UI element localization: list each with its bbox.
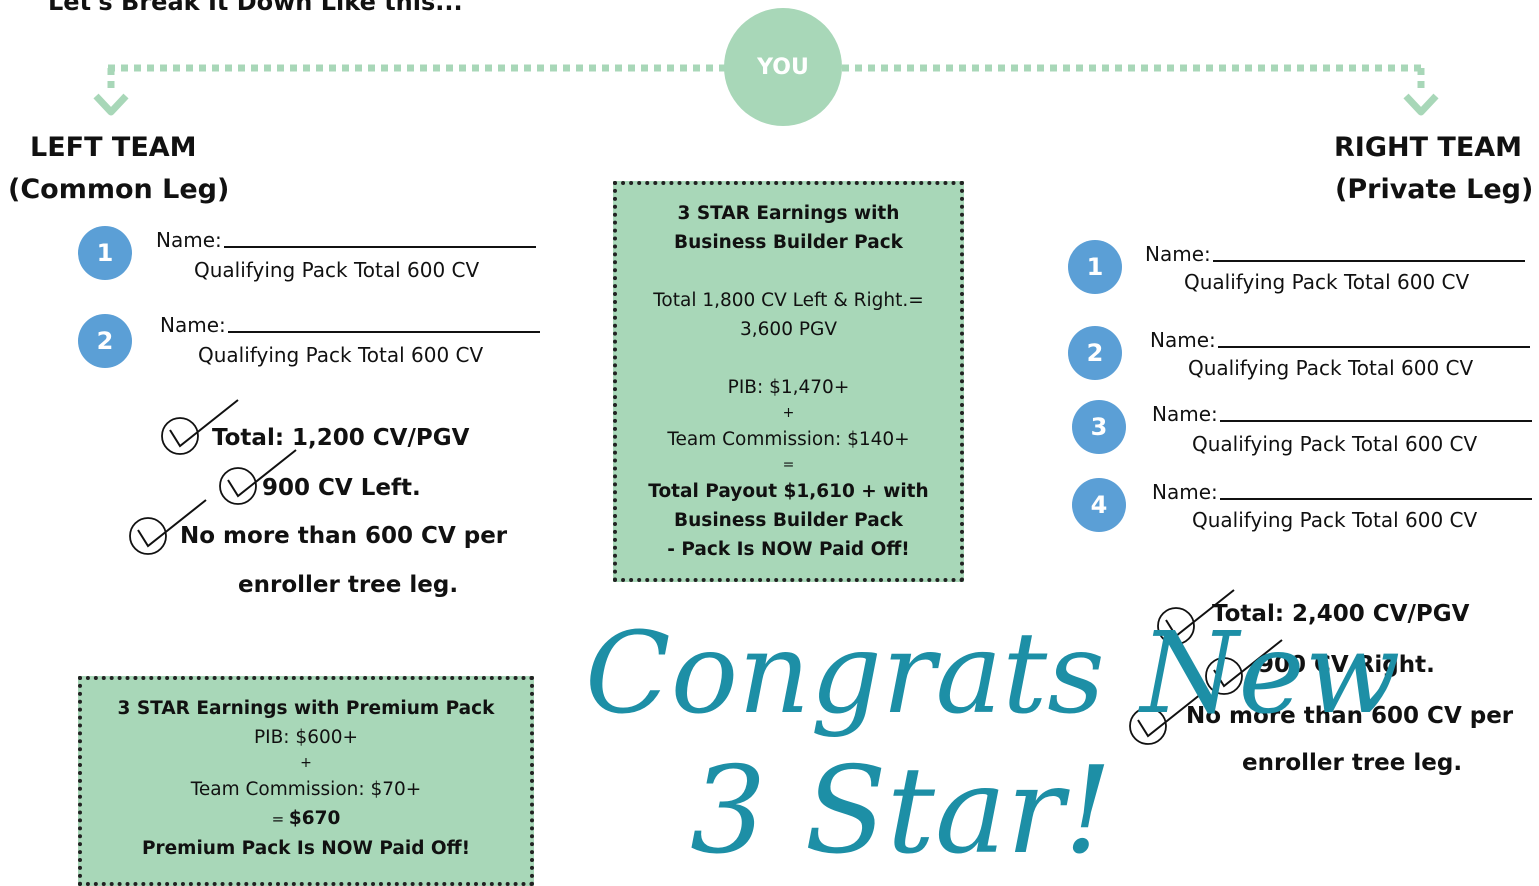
- left-check-cv: 900 CV Left.: [262, 475, 421, 501]
- pib-line: PIB: $600+: [254, 727, 358, 748]
- congrats-line-1: Congrats New: [585, 609, 1401, 739]
- total-payout-line: Total Payout $1,610 + with: [648, 481, 929, 502]
- left-check-limit-cont: enroller tree leg.: [238, 572, 459, 598]
- right-member-number: 1: [1068, 240, 1122, 294]
- paid-off-line: - Pack Is NOW Paid Off!: [667, 539, 910, 560]
- team-commission-line: Team Commission: $140+: [667, 429, 910, 450]
- left-member-number: 1: [78, 226, 132, 280]
- premium-earnings-box: 3 STAR Earnings with Premium Pack PIB: $…: [78, 676, 534, 886]
- total-line: = $670: [82, 804, 530, 834]
- name-blank-line: [1212, 260, 1525, 262]
- left-check-limit: No more than 600 CV per: [180, 523, 508, 549]
- plus-sign: +: [782, 405, 795, 421]
- you-label: YOU: [757, 54, 809, 80]
- paid-off-line: Premium Pack Is NOW Paid Off!: [141, 838, 471, 859]
- name-blank-line: [1219, 420, 1532, 422]
- right-team-subtitle: (Private Leg): [1335, 174, 1534, 205]
- right-member-number: 3: [1072, 400, 1126, 454]
- right-member-qualifying: Qualifying Pack Total 600 CV: [1192, 432, 1478, 456]
- plus-sign: +: [300, 755, 312, 771]
- right-member-number: 4: [1072, 478, 1126, 532]
- team-commission-line: Team Commission: $70+: [190, 779, 422, 800]
- name-label: Name:: [160, 313, 226, 337]
- right-member-name-field[interactable]: Name:: [1152, 480, 1532, 504]
- left-team-title: LEFT TEAM: [30, 132, 197, 163]
- name-blank-line: [227, 331, 540, 333]
- name-label: Name:: [1145, 242, 1211, 266]
- left-team-subtitle: (Common Leg): [8, 174, 230, 205]
- left-member-qualifying: Qualifying Pack Total 600 CV: [194, 258, 480, 282]
- name-label: Name:: [1152, 402, 1218, 426]
- box-title: Business Builder Pack: [674, 232, 903, 253]
- business-builder-earnings-box: 3 STAR Earnings with Business Builder Pa…: [613, 181, 964, 582]
- left-member-name-field[interactable]: Name:: [160, 313, 540, 337]
- right-member-qualifying: Qualifying Pack Total 600 CV: [1192, 508, 1478, 532]
- left-member-number: 2: [78, 314, 132, 368]
- right-member-name-field[interactable]: Name:: [1150, 328, 1530, 352]
- right-member-qualifying: Qualifying Pack Total 600 CV: [1184, 270, 1470, 294]
- right-member-number: 2: [1068, 326, 1122, 380]
- name-label: Name:: [1150, 328, 1216, 352]
- name-blank-line: [223, 246, 536, 248]
- name-blank-line: [1217, 346, 1530, 348]
- left-member-qualifying: Qualifying Pack Total 600 CV: [198, 343, 484, 367]
- right-member-name-field[interactable]: Name:: [1152, 402, 1532, 426]
- right-member-qualifying: Qualifying Pack Total 600 CV: [1188, 356, 1474, 380]
- congrats-line-2: 3 Star!: [690, 742, 1113, 881]
- total-amount: $670: [288, 808, 341, 829]
- left-member-name-field[interactable]: Name:: [156, 228, 536, 252]
- right-check-limit-cont: enroller tree leg.: [1242, 750, 1463, 776]
- name-label: Name:: [1152, 480, 1218, 504]
- you-node: YOU: [724, 8, 842, 126]
- right-arrow-icon: [1403, 93, 1439, 116]
- right-member-name-field[interactable]: Name:: [1145, 242, 1525, 266]
- pib-line: PIB: $1,470+: [727, 377, 850, 398]
- equals-sign: =: [782, 457, 795, 473]
- left-arrow-icon: [93, 93, 129, 116]
- cv-total-line: Total 1,800 CV Left & Right.=: [653, 290, 924, 311]
- right-team-title: RIGHT TEAM: [1334, 132, 1523, 163]
- box-title: 3 STAR Earnings with Premium Pack: [117, 698, 495, 719]
- pgv-line: 3,600 PGV: [740, 319, 837, 340]
- name-label: Name:: [156, 228, 222, 252]
- total-payout-line: Business Builder Pack: [674, 510, 903, 531]
- name-blank-line: [1219, 498, 1532, 500]
- box-title: 3 STAR Earnings with: [677, 203, 900, 224]
- equals-sign: =: [271, 810, 289, 828]
